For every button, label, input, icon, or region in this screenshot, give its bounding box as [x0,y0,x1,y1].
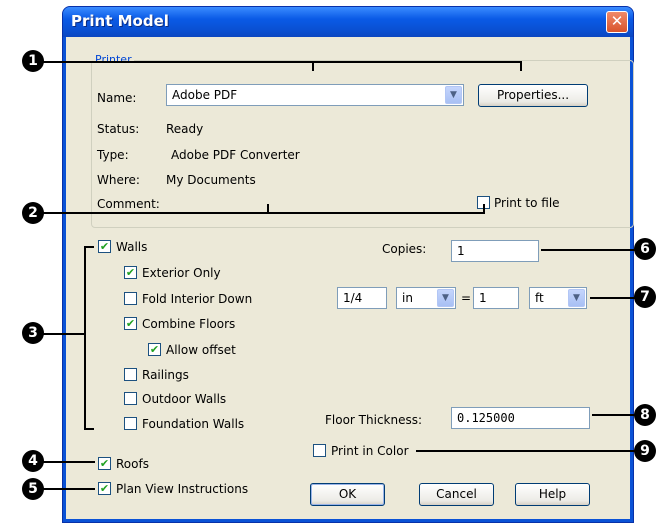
callout-1-tick-b [520,61,522,71]
railings-label: Railings [142,368,189,382]
callout-3-line [37,333,86,335]
type-label: Type: [97,148,129,162]
chevron-down-icon[interactable]: ▼ [445,86,462,104]
callout-3-bracket-bottom [84,428,94,430]
copies-input[interactable]: 1 [451,240,539,262]
close-icon: ✕ [610,12,624,30]
callout-7: 7 [634,286,656,308]
callout-2-tick-b [483,204,485,214]
print-to-file-label: Print to file [494,196,560,210]
callout-9: 9 [634,440,656,462]
plan-view-instructions-label: Plan View Instructions [116,482,249,496]
callout-2-tick-a [267,204,269,214]
equals-sign: = [461,291,472,305]
where-value: My Documents [166,173,256,187]
railings-checkbox[interactable] [124,368,137,381]
callout-2-line [37,212,484,214]
where-label: Where: [97,173,140,187]
callout-4-line [37,461,95,463]
name-label: Name: [97,91,137,105]
copies-label: Copies: [382,242,427,256]
allow-offset-label: Allow offset [166,343,236,357]
print-in-color-checkbox[interactable] [313,444,326,457]
paper-unit-select[interactable]: in ▼ [396,287,456,309]
chevron-down-icon[interactable]: ▼ [437,289,454,307]
exterior-only-label: Exterior Only [142,266,221,280]
callout-6-line [541,249,641,251]
print-in-color-label: Print in Color [331,444,409,458]
callout-9-line [416,450,641,452]
properties-button[interactable]: Properties... [478,84,588,107]
plan-view-instructions-checkbox[interactable]: ✔ [98,482,111,495]
foundation-walls-label: Foundation Walls [142,417,245,431]
close-button[interactable]: ✕ [606,11,628,33]
floor-thickness-input[interactable]: 0.125000 [451,407,590,429]
callout-3: 3 [22,322,44,344]
outdoor-walls-checkbox[interactable] [124,392,137,405]
foundation-walls-checkbox[interactable] [124,417,137,430]
printer-group-label: Printer [93,53,134,66]
status-value: Ready [166,122,204,136]
callout-1-line [37,61,522,63]
title-bar[interactable]: Print Model ✕ [63,7,633,37]
paper-scale-input[interactable]: 1/4 [337,287,387,309]
callout-2: 2 [22,202,44,224]
printer-name-value: Adobe PDF [172,88,238,102]
callout-4: 4 [22,450,44,472]
model-unit-value: ft [535,291,544,305]
model-unit-select[interactable]: ft ▼ [529,287,587,309]
ok-button[interactable]: OK [310,483,385,506]
callout-5: 5 [22,478,44,500]
printer-name-select[interactable]: Adobe PDF ▼ [166,84,464,106]
fold-interior-down-checkbox[interactable] [124,292,137,305]
comment-label: Comment: [97,197,160,211]
callout-8: 8 [634,404,656,426]
callout-6: 6 [634,238,656,260]
paper-unit-value: in [402,291,413,305]
fold-interior-down-label: Fold Interior Down [142,292,253,306]
callout-3-bracket [84,246,86,430]
callout-1: 1 [22,50,44,72]
type-value: Adobe PDF Converter [171,148,300,162]
walls-checkbox[interactable]: ✔ [98,240,111,253]
callout-1-tick-a [312,61,314,71]
cancel-button[interactable]: Cancel [419,483,494,506]
roofs-checkbox-overlay: ✔ [98,457,111,470]
chevron-down-icon[interactable]: ▼ [568,289,585,307]
walls-label: Walls [116,240,148,254]
model-scale-input[interactable]: 1 [473,287,519,309]
status-label: Status: [97,122,140,136]
combine-floors-label: Combine Floors [142,317,236,331]
allow-offset-checkbox[interactable]: ✔ [148,343,161,356]
floor-thickness-label: Floor Thickness: [325,413,423,427]
callout-3-bracket-top [84,246,94,248]
exterior-only-checkbox[interactable]: ✔ [124,266,137,279]
roofs-label: Roofs [116,457,149,471]
combine-floors-checkbox[interactable]: ✔ [124,317,137,330]
callout-5-line [37,488,95,490]
outdoor-walls-label: Outdoor Walls [142,392,227,406]
help-button[interactable]: Help [515,483,590,506]
dialog-title: Print Model [71,12,169,30]
